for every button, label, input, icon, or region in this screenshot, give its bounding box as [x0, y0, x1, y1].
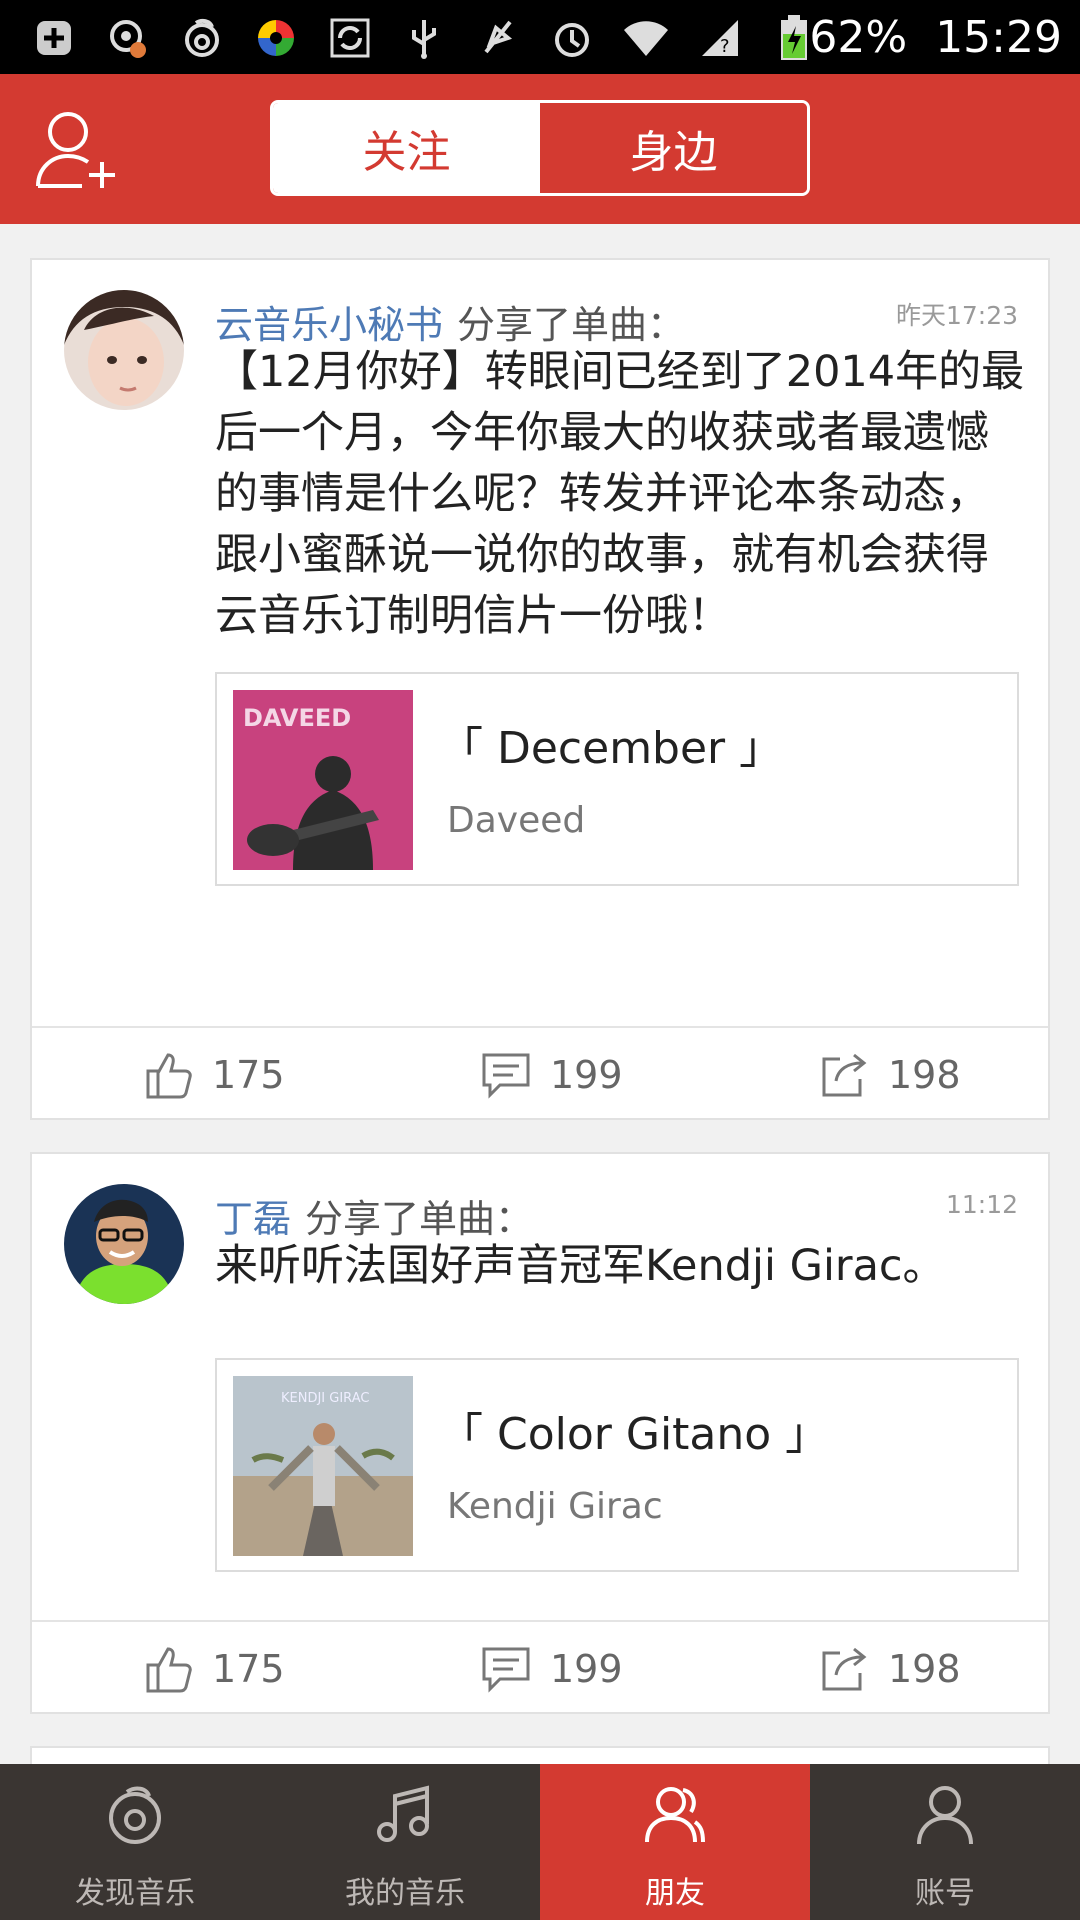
like-button[interactable]: 175	[142, 1622, 285, 1716]
post-time: 昨天17:23	[895, 301, 1018, 330]
feed-card: 丁磊 分享了单曲： 11:12 来听听法国好声音冠军Kendji Girac。 K…	[30, 1152, 1050, 1714]
share-count: 198	[888, 1647, 961, 1691]
card-actions: 175 199 198	[32, 1620, 1048, 1714]
tab-following[interactable]: 关注	[273, 103, 540, 193]
post-text: 来听听法国好声音冠军Kendji Girac。	[215, 1241, 946, 1291]
share-button[interactable]: 198	[818, 1028, 961, 1122]
battery-percentage: 62%	[809, 11, 908, 63]
comment-button[interactable]: 199	[480, 1622, 623, 1716]
card-header: 云音乐小秘书 分享了单曲：	[215, 294, 685, 349]
album-cover: DAVEED	[233, 690, 413, 870]
notification-badge-icon	[104, 14, 152, 62]
like-count: 175	[212, 1647, 285, 1691]
plus-box-icon	[30, 14, 78, 62]
avatar[interactable]	[64, 290, 184, 410]
app-header: 关注 身边	[0, 74, 1080, 224]
color-wheel-icon	[252, 14, 300, 62]
sync-icon	[326, 14, 374, 62]
song-title: 「 December 」	[439, 723, 784, 774]
comment-button[interactable]: 199	[480, 1028, 623, 1122]
share-icon	[822, 1647, 867, 1691]
cover-title: DAVEED	[243, 704, 351, 732]
nav-label: 发现音乐	[75, 1876, 195, 1911]
post-text: 【12月你好】转眼间已经到了2014年的最后一个月，今年你最大的收获或者最遗憾的…	[215, 347, 1025, 641]
cover-title: KENDJI GIRAC	[281, 1391, 369, 1406]
song-title: 「 Color Gitano 」	[439, 1409, 830, 1460]
wifi-icon	[622, 14, 670, 62]
comment-count: 199	[550, 1053, 623, 1097]
alarm-icon	[548, 14, 596, 62]
usb-icon	[400, 14, 448, 62]
song-artist: Kendji Girac	[447, 1486, 663, 1527]
comment-icon	[482, 1053, 530, 1099]
shared-song-card[interactable]: DAVEED 「 December 」 Daveed	[215, 672, 1019, 886]
share-button[interactable]: 198	[818, 1622, 961, 1716]
discover-music-icon	[109, 1786, 161, 1844]
tab-nearby[interactable]: 身边	[540, 103, 807, 193]
friends-icon	[645, 1787, 705, 1843]
song-artist: Daveed	[447, 800, 586, 841]
bottom-navigation: 发现音乐 我的音乐 朋友 账号	[0, 1764, 1080, 1920]
username-link[interactable]: 丁磊	[215, 1197, 291, 1241]
clock: 15:29	[935, 11, 1062, 63]
netease-music-icon	[178, 14, 226, 62]
comment-icon	[482, 1647, 530, 1693]
nav-label: 朋友	[645, 1876, 705, 1911]
friends-feed[interactable]: 云音乐小秘书 分享了单曲： 昨天17:23 【12月你好】转眼间已经到了2014年…	[0, 224, 1080, 1764]
feed-card	[30, 1746, 1050, 1764]
username-link[interactable]: 云音乐小秘书	[215, 303, 443, 347]
nav-friends[interactable]: 朋友	[540, 1764, 810, 1920]
shared-song-card[interactable]: KENDJI GIRAC 「 Color Gitano 」 Kendji Gir…	[215, 1358, 1019, 1572]
add-friend-button[interactable]	[34, 106, 120, 192]
card-actions: 175 199 198	[32, 1026, 1048, 1120]
music-note-icon	[377, 1785, 429, 1842]
mute-icon	[474, 14, 522, 62]
like-count: 175	[212, 1053, 285, 1097]
svg-text:?: ?	[720, 36, 730, 57]
nav-account[interactable]: 账号	[810, 1764, 1080, 1920]
signal-icon: ?	[696, 14, 744, 62]
share-action-text: 分享了单曲：	[305, 1197, 534, 1241]
feed-card: 云音乐小秘书 分享了单曲： 昨天17:23 【12月你好】转眼间已经到了2014年…	[30, 258, 1050, 1120]
add-user-icon	[36, 112, 115, 188]
nav-my-music[interactable]: 我的音乐	[270, 1764, 540, 1920]
thumbs-up-icon	[146, 1053, 192, 1099]
share-icon	[822, 1053, 867, 1097]
account-icon	[917, 1786, 973, 1845]
nav-discover-music[interactable]: 发现音乐	[0, 1764, 270, 1920]
like-button[interactable]: 175	[142, 1028, 285, 1122]
share-action-text: 分享了单曲：	[457, 303, 686, 347]
album-cover: KENDJI GIRAC	[233, 1376, 413, 1556]
comment-count: 199	[550, 1647, 623, 1691]
nav-label: 账号	[915, 1876, 975, 1911]
share-count: 198	[888, 1053, 961, 1097]
card-header: 丁磊 分享了单曲：	[215, 1188, 533, 1243]
nav-label: 我的音乐	[345, 1876, 465, 1911]
avatar[interactable]	[64, 1184, 184, 1304]
status-bar: ? 62% 15:29	[0, 0, 1080, 74]
post-time: 11:12	[945, 1190, 1018, 1219]
thumbs-up-icon	[146, 1647, 192, 1693]
feed-segment-control: 关注 身边	[270, 100, 810, 196]
